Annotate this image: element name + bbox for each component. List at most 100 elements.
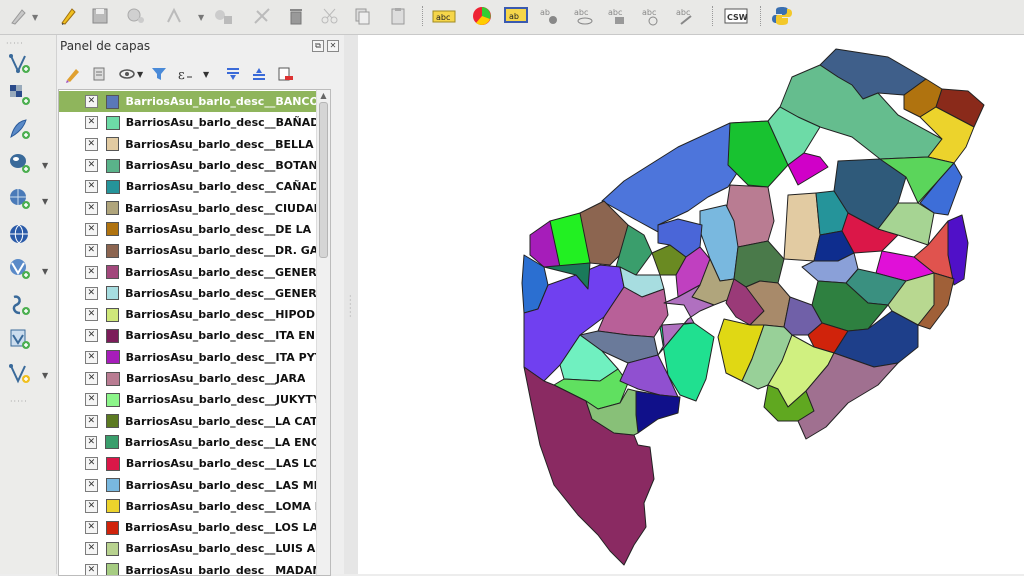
digitize-dropdown-icon[interactable]: ▼ [32, 13, 38, 22]
splitter-grip-icon[interactable]: · · · · · · [349, 293, 352, 321]
pin-label-icon[interactable]: ab [538, 4, 562, 28]
layer-row[interactable]: ✕ BarriosAsu_barlo_desc__LUIS AL... [59, 538, 330, 559]
layer-visibility-checkbox[interactable]: ✕ [85, 222, 98, 236]
python-console-icon[interactable] [770, 4, 794, 28]
add-virtual-layer-icon[interactable] [6, 325, 34, 353]
add-spatialite-layer-icon[interactable] [6, 115, 34, 143]
layer-visibility-checkbox[interactable]: ✕ [85, 137, 98, 151]
map-neighborhood-polygon[interactable] [733, 240, 785, 288]
layer-row[interactable]: ✕ BarriosAsu_barlo_desc__JUKYTY [59, 389, 330, 410]
layer-visibility-checkbox[interactable]: ✕ [85, 414, 98, 428]
panel-splitter[interactable]: · · · · · · [344, 35, 358, 574]
layer-row[interactable]: ✕ BarriosAsu_barlo_desc__DE LA R... [59, 219, 330, 240]
layer-visibility-checkbox[interactable]: ✕ [85, 372, 98, 386]
visibility-dropdown-icon[interactable]: ▼ [137, 70, 143, 79]
layer-row[interactable]: ✕ BarriosAsu_barlo_desc__CAÑAD... [59, 176, 330, 197]
toolbar-grip[interactable]: ····· [6, 39, 24, 48]
delete-selected-icon[interactable] [284, 4, 308, 28]
layer-symbol-swatch[interactable] [105, 478, 120, 493]
add-delimited-text-icon[interactable] [6, 291, 34, 319]
filter-expression-icon[interactable]: ε [175, 64, 195, 84]
add-raster-layer-icon[interactable] [6, 81, 34, 109]
layer-symbol-swatch[interactable] [105, 456, 120, 471]
node-dropdown-icon[interactable]: ▼ [198, 13, 204, 22]
node-tool-icon[interactable] [212, 4, 236, 28]
layer-symbol-swatch[interactable] [105, 243, 120, 258]
layer-row[interactable]: ✕ BarriosAsu_barlo_desc__ITA ENR... [59, 325, 330, 346]
layer-symbol-swatch[interactable] [105, 541, 120, 556]
layer-visibility-checkbox[interactable]: ✕ [85, 457, 98, 471]
layer-visibility-checkbox[interactable]: ✕ [85, 521, 98, 535]
layer-visibility-checkbox[interactable]: ✕ [85, 265, 98, 279]
add-postgis-layer-icon[interactable] [6, 149, 34, 177]
layer-symbol-swatch[interactable] [105, 414, 120, 429]
layer-symbol-swatch[interactable] [105, 94, 120, 109]
remove-layer-icon[interactable] [275, 64, 295, 84]
filter-legend-icon[interactable] [149, 64, 169, 84]
layer-tree-scrollbar[interactable]: ▲ [316, 90, 330, 575]
layer-symbol-swatch[interactable] [105, 179, 120, 194]
wcs-dropdown-icon[interactable]: ▼ [42, 267, 48, 276]
layer-row[interactable]: ✕ BarriosAsu_barlo_desc__GENERA... [59, 283, 330, 304]
layer-row[interactable]: ✕ BarriosAsu_barlo_desc__LOMA P... [59, 496, 330, 517]
add-wcs-layer-icon[interactable] [6, 255, 34, 283]
layer-visibility-checkbox[interactable]: ✕ [85, 329, 98, 343]
diagram-icon[interactable] [470, 4, 494, 28]
layer-visibility-checkbox[interactable]: ✕ [85, 201, 98, 215]
layer-row[interactable]: ✕ BarriosAsu_barlo_desc__BOTANI... [59, 155, 330, 176]
copy-features-icon[interactable] [350, 4, 374, 28]
layer-visibility-checkbox[interactable]: ✕ [85, 393, 98, 407]
layer-visibility-checkbox[interactable]: ✕ [85, 95, 98, 109]
layer-symbol-swatch[interactable] [105, 158, 120, 173]
layer-row[interactable]: ✕ BarriosAsu_barlo_desc__CIUDAD ... [59, 198, 330, 219]
scroll-up-arrow-icon[interactable]: ▲ [318, 91, 329, 101]
layer-visibility-checkbox[interactable]: ✕ [85, 478, 98, 492]
layer-symbol-swatch[interactable] [105, 563, 120, 575]
add-wms-layer-icon[interactable] [6, 185, 34, 213]
layer-symbol-swatch[interactable] [105, 520, 120, 535]
layer-symbol-swatch[interactable] [105, 499, 120, 514]
close-panel-button[interactable]: ✕ [327, 40, 339, 52]
label-abc-icon[interactable]: abc [432, 4, 456, 28]
wms-dropdown-icon[interactable]: ▼ [42, 197, 48, 206]
layer-row[interactable]: ✕ BarriosAsu_barlo_desc__LA CATE... [59, 411, 330, 432]
layer-tree[interactable]: ✕ BarriosAsu_barlo_desc__BANCO ... ✕ Barrio… [58, 89, 331, 576]
layer-visibility-checkbox[interactable]: ✕ [85, 350, 98, 364]
layer-symbol-swatch[interactable] [105, 222, 120, 237]
map-canvas[interactable] [358, 35, 1024, 574]
layer-row[interactable]: ✕ BarriosAsu_barlo_desc__ITA PYT... [59, 347, 330, 368]
move-feature-icon[interactable] [162, 4, 186, 28]
collapse-all-icon[interactable] [249, 64, 269, 84]
layer-symbol-swatch[interactable] [105, 307, 120, 322]
postgis-dropdown-icon[interactable]: ▼ [42, 161, 48, 170]
layer-row[interactable]: ✕ BarriosAsu_barlo_desc__LA ENCA... [59, 432, 330, 453]
cut-features-icon[interactable] [318, 4, 342, 28]
toolbar-grip-bottom[interactable]: ····· [10, 397, 28, 406]
new-layer-dropdown-icon[interactable]: ▼ [42, 371, 48, 380]
visibility-icon[interactable] [117, 64, 137, 84]
layer-visibility-checkbox[interactable]: ✕ [85, 308, 98, 322]
layer-visibility-checkbox[interactable]: ✕ [85, 116, 98, 130]
layer-visibility-checkbox[interactable]: ✕ [85, 159, 98, 173]
csw-icon[interactable]: CSW [724, 4, 748, 28]
add-group-icon[interactable] [89, 64, 109, 84]
move-label-icon[interactable]: abc [606, 4, 630, 28]
map-view[interactable] [358, 35, 1024, 574]
layer-symbol-swatch[interactable] [105, 350, 120, 365]
layer-row[interactable]: ✕ BarriosAsu_barlo_desc__JARA [59, 368, 330, 389]
map-neighborhood-polygon[interactable] [635, 390, 681, 434]
style-layer-icon[interactable] [63, 64, 83, 84]
expand-all-icon[interactable] [223, 64, 243, 84]
layer-visibility-checkbox[interactable]: ✕ [85, 435, 98, 449]
layer-visibility-checkbox[interactable]: ✕ [85, 180, 98, 194]
layer-symbol-swatch[interactable] [106, 392, 120, 407]
add-feature-icon[interactable] [124, 4, 148, 28]
layer-visibility-checkbox[interactable]: ✕ [85, 286, 98, 300]
layer-visibility-checkbox[interactable]: ✕ [85, 244, 98, 258]
layer-row[interactable]: ✕ BarriosAsu_barlo_desc__LOS LAU... [59, 517, 330, 538]
layer-symbol-swatch[interactable] [106, 371, 120, 386]
add-wfs-layer-icon[interactable] [6, 221, 34, 249]
layer-row[interactable]: ✕ BarriosAsu_barlo_desc__HIPODR... [59, 304, 330, 325]
expression-dropdown-icon[interactable]: ▼ [203, 70, 209, 79]
layer-row[interactable]: ✕ BarriosAsu_barlo_desc__BELLA V... [59, 134, 330, 155]
